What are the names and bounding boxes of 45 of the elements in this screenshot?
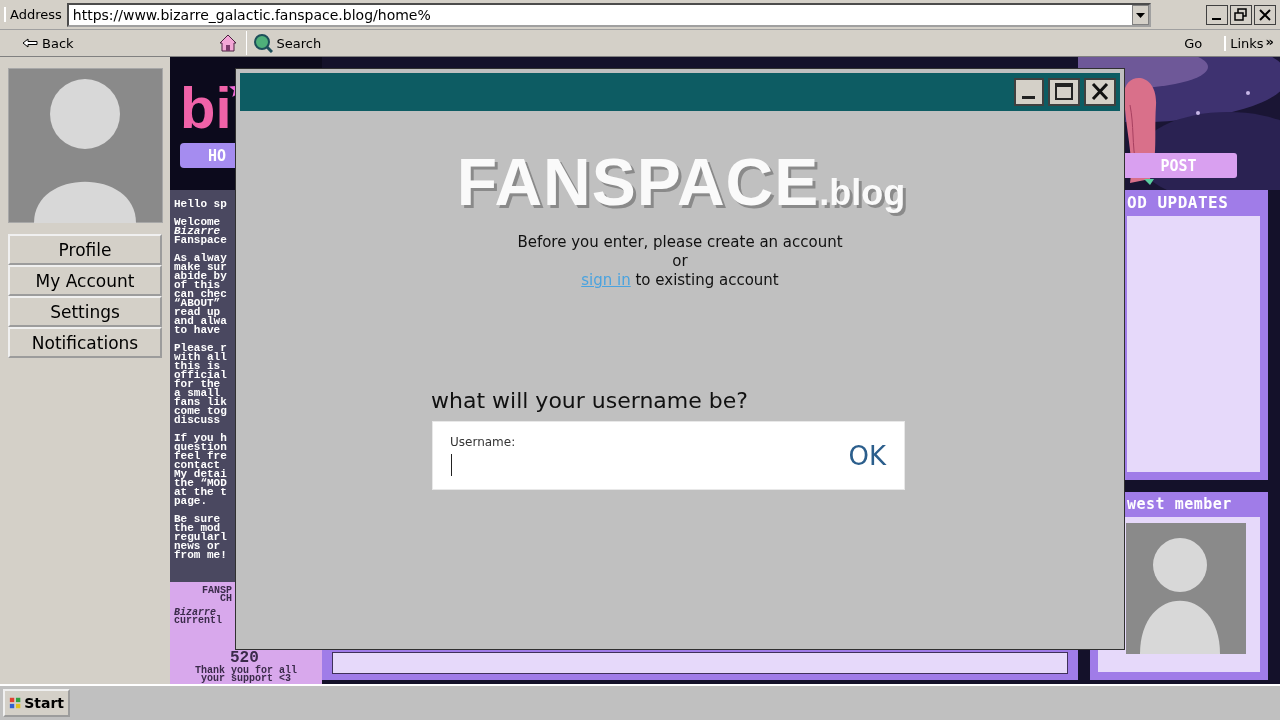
sidebar-button[interactable]: My Account [8,265,162,296]
windows-logo-icon [9,696,22,710]
maximize-button[interactable] [1048,78,1080,106]
logo: bi [180,79,232,137]
address-field[interactable]: https://www.bizarre_galactic.fanspace.blog/home% [66,2,1151,27]
links-label: Links [1230,35,1264,51]
member-count: 520 [230,651,259,665]
panel-title: OD UPDATES [1127,192,1230,214]
restore-button[interactable] [1230,4,1252,25]
minimize-button[interactable] [1206,4,1228,25]
paragraph: As alway make sur abide by of this can chec “ABOUT” read up and alwa to have [174,254,228,335]
panel-title: west member [1127,494,1233,515]
paragraph: Please r with all this is official for the a small fans lik come tog discuss [174,344,228,425]
intro-text: Before you enter, please create an account [517,233,843,252]
field-label: Username: [450,435,516,449]
back-arrow-icon [22,38,38,48]
text-cursor [451,454,452,476]
close-button[interactable] [1254,4,1276,25]
counter-text: Bizarre currentl [174,609,223,625]
start-button[interactable]: Start [3,689,70,717]
prompt-text: what will your username be? [431,388,748,413]
close-button[interactable] [1084,78,1116,106]
paragraph: Welcome Bizarre Fanspace [174,218,228,245]
home-button[interactable] [217,33,238,53]
sidebar-button[interactable]: Profile [8,234,162,265]
sidebar-button[interactable]: Settings [8,296,162,327]
sidebar-button[interactable]: Notifications [8,327,162,358]
site-logo: FANSPACE.blog [456,147,906,221]
username-field[interactable]: Username: OK [432,421,905,490]
address-label: Address [4,7,65,22]
search-button[interactable]: Search [245,31,326,55]
intro-text: sign in to existing account [581,271,779,290]
dropdown-button[interactable] [1131,4,1149,25]
thanks-text: Thank you for all your support <3 [194,667,298,683]
paragraph: Hello sp [174,200,228,209]
go-button[interactable]: Go [1180,33,1207,53]
paragraph: If you h question feel fre contact My detai the “MOD at the t page. [174,434,228,506]
minimize-button[interactable] [1014,78,1044,106]
ok-button[interactable]: OK [848,440,886,471]
more-links-button[interactable]: » [1265,35,1274,48]
back-button[interactable]: Back [18,33,78,53]
intro-text: or [672,252,688,271]
paragraph: Be sure the mod regularl news or from me! [174,515,228,560]
search-icon [252,33,273,53]
counter-title: FANSP CH [201,587,232,603]
